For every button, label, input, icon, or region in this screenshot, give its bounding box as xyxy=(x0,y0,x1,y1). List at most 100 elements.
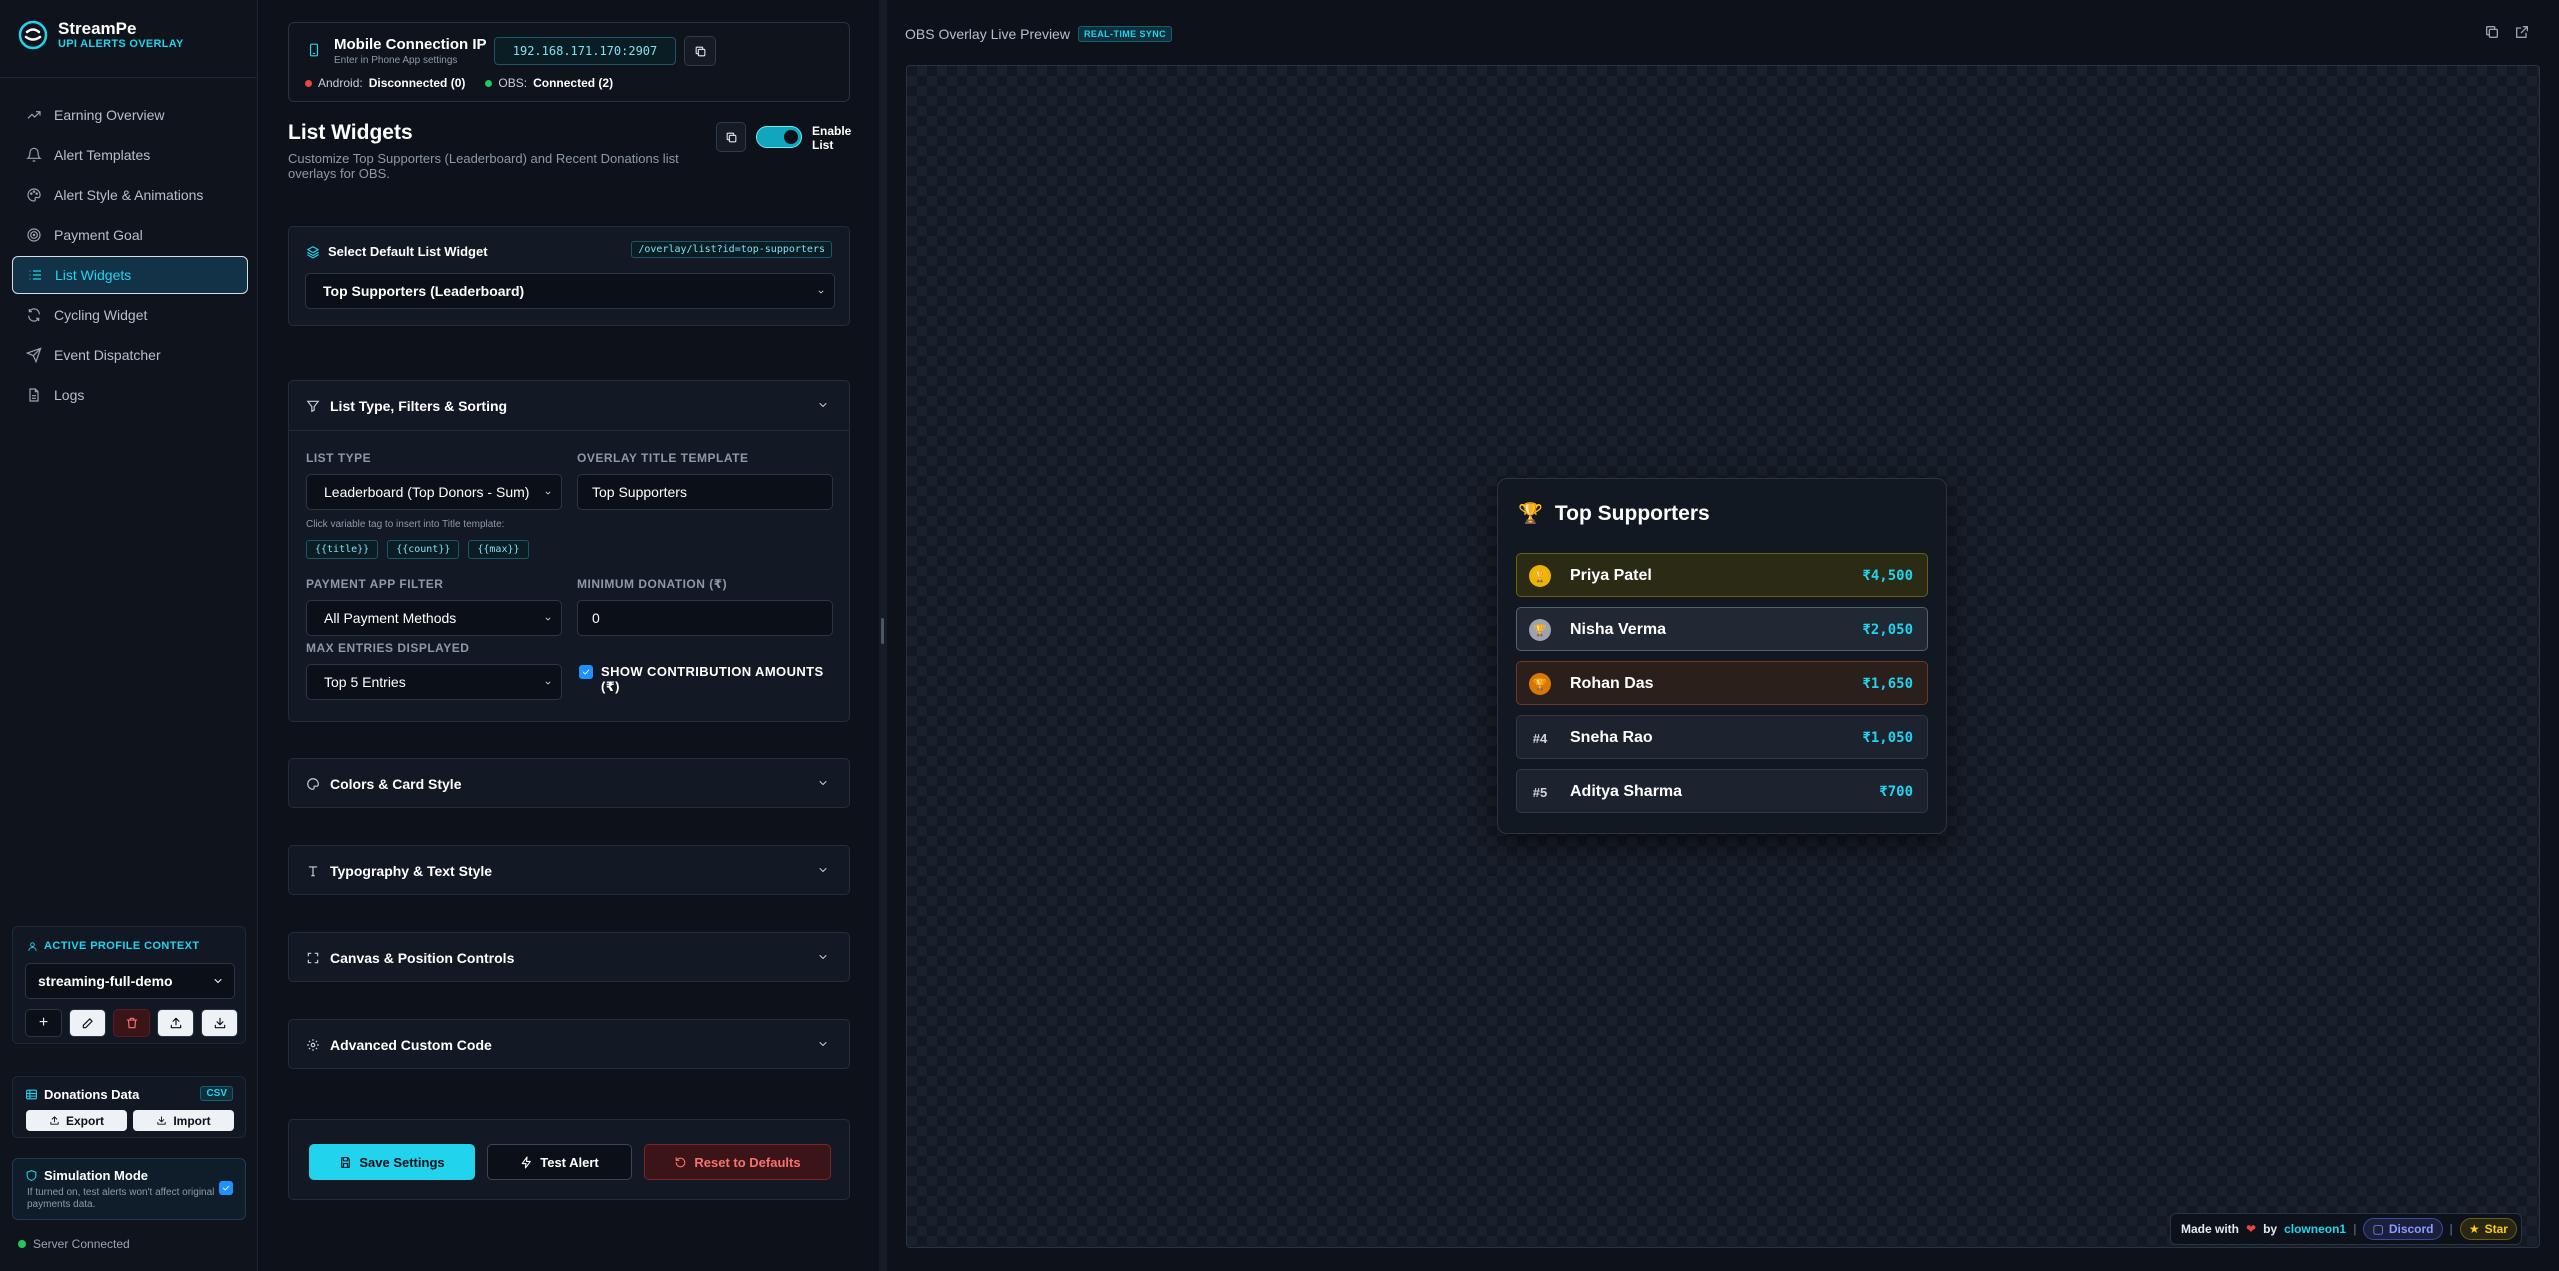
connection-card: Mobile Connection IP Enter in Phone App … xyxy=(288,22,850,102)
var-tag-count[interactable]: {{count}} xyxy=(387,540,460,559)
max-entries-select[interactable]: Top 5 Entries xyxy=(306,664,562,700)
edit-profile-button[interactable] xyxy=(69,1009,106,1037)
document-icon xyxy=(29,388,39,402)
reset-defaults-button[interactable]: Reset to Defaults xyxy=(644,1144,831,1180)
sidebar-item-earning-overview[interactable]: Earning Overview xyxy=(12,96,248,134)
shield-icon xyxy=(26,1170,37,1181)
advanced-section-title: Advanced Custom Code xyxy=(330,1037,492,1053)
sidebar-item-event-dispatcher[interactable]: Event Dispatcher xyxy=(12,336,248,374)
discord-label: Discord xyxy=(2388,1222,2434,1236)
rank-number: #4 xyxy=(1532,730,1548,746)
download-icon xyxy=(157,1116,166,1125)
payment-filter-select[interactable]: All Payment Methods xyxy=(306,600,562,636)
chevron-down-icon xyxy=(540,613,552,625)
show-amounts-row[interactable]: SHOW CONTRIBUTION AMOUNTS (₹) xyxy=(579,664,839,694)
export-button[interactable]: Export xyxy=(26,1110,127,1131)
lightning-icon xyxy=(521,1156,532,1168)
colors-section-title: Colors & Card Style xyxy=(330,776,462,792)
overlay-path-badge[interactable]: /overlay/list?id=top-supporters xyxy=(631,241,832,258)
supporter-name: Rohan Das xyxy=(1570,675,1654,692)
simulation-checkbox[interactable] xyxy=(219,1181,233,1195)
type-icon xyxy=(308,866,318,877)
trophy-icon: 🏆 xyxy=(1529,565,1551,587)
list-type-select[interactable]: Leaderboard (Top Donors - Sum) xyxy=(306,474,562,510)
export-label: Export xyxy=(65,1113,104,1128)
author-link[interactable]: clowneon1 xyxy=(2284,1222,2346,1236)
check-icon xyxy=(222,1185,230,1191)
simulation-title: Simulation Mode xyxy=(25,1168,148,1183)
advanced-section-header[interactable]: Advanced Custom Code xyxy=(289,1020,849,1070)
brand-name: StreamPe xyxy=(58,19,137,38)
pencil-icon xyxy=(82,1018,93,1029)
leaderboard-row: 🏆 Nisha Verma ₹2,050 xyxy=(1516,607,1928,651)
brand-tagline: UPI ALERTS OVERLAY xyxy=(58,38,184,50)
list-type-filters-header[interactable]: List Type, Filters & Sorting xyxy=(289,381,849,431)
sidebar-item-alert-style[interactable]: Alert Style & Animations xyxy=(12,176,248,214)
typography-section[interactable]: Typography & Text Style xyxy=(288,845,850,895)
advanced-code-section[interactable]: Advanced Custom Code xyxy=(288,1019,850,1069)
chevron-down-icon xyxy=(819,955,827,959)
external-link-icon[interactable] xyxy=(2514,24,2530,40)
trophy-icon: 🏆 xyxy=(1529,619,1551,641)
sidebar-item-cycling-widget[interactable]: Cycling Widget xyxy=(12,296,248,334)
var-tag-title[interactable]: {{title}} xyxy=(306,540,379,559)
upload-profile-button[interactable] xyxy=(157,1009,194,1037)
palette-icon xyxy=(27,188,41,202)
sidebar: StreamPe UPI ALERTS OVERLAY Earning Over… xyxy=(0,0,258,1271)
server-status-text: Server Connected xyxy=(33,1237,130,1251)
simulation-mode-card: Simulation Mode If turned on, test alert… xyxy=(12,1158,246,1220)
delete-profile-button[interactable] xyxy=(113,1009,150,1037)
title-template-input[interactable]: Top Supporters xyxy=(577,474,833,510)
streampe-logo-icon xyxy=(18,20,48,50)
typography-section-header[interactable]: Typography & Text Style xyxy=(289,846,849,896)
chevron-down-icon xyxy=(214,979,222,983)
leaderboard-row: 🏆 Priya Patel ₹4,500 xyxy=(1516,553,1928,597)
check-icon xyxy=(582,669,590,675)
default-widget-panel: Select Default List Widget /overlay/list… xyxy=(288,226,850,326)
show-amounts-checkbox[interactable] xyxy=(579,665,593,679)
sidebar-item-payment-goal[interactable]: Payment Goal xyxy=(12,216,248,254)
default-widget-selected: Top Supporters (Leaderboard) xyxy=(323,283,525,299)
page-title: List Widgets xyxy=(288,121,413,144)
rank-number: #5 xyxy=(1532,784,1548,800)
copy-ip-button[interactable] xyxy=(684,36,716,66)
preview-title-text: OBS Overlay Live Preview xyxy=(905,26,1070,42)
profile-select[interactable]: streaming-full-demo xyxy=(25,963,235,999)
min-donation-input[interactable]: 0 xyxy=(577,600,833,636)
made-with-badge: Made with ❤ by clowneon1 | ▢ Discord | ★… xyxy=(2170,1213,2522,1245)
enable-list-toggle[interactable] xyxy=(756,126,802,148)
chevron-down-icon xyxy=(819,403,827,407)
add-profile-button[interactable]: + xyxy=(25,1009,62,1037)
chevron-down-icon xyxy=(819,868,827,872)
test-alert-button[interactable]: Test Alert xyxy=(487,1144,632,1180)
canvas-position-section[interactable]: Canvas & Position Controls xyxy=(288,932,850,982)
sidebar-item-logs[interactable]: Logs xyxy=(12,376,248,414)
ip-address-field[interactable]: 192.168.171.170:2907 xyxy=(494,37,676,65)
star-link[interactable]: ★ Star xyxy=(2459,1218,2517,1240)
android-label: Android: xyxy=(318,76,363,90)
sidebar-item-list-widgets[interactable]: List Widgets xyxy=(12,256,248,294)
copy-icon xyxy=(726,132,736,142)
android-status-dot xyxy=(305,79,312,87)
brand[interactable]: StreamPe UPI ALERTS OVERLAY xyxy=(18,20,184,50)
trophy-icon: 🏆 xyxy=(1518,503,1543,525)
sidebar-item-alert-templates[interactable]: Alert Templates xyxy=(12,136,248,174)
colors-section-header[interactable]: Colors & Card Style xyxy=(289,759,849,809)
default-widget-select[interactable]: Top Supporters (Leaderboard) xyxy=(305,273,835,309)
leaderboard-title: 🏆 Top Supporters xyxy=(1518,501,1710,526)
save-settings-button[interactable]: Save Settings xyxy=(309,1144,475,1180)
canvas-section-header[interactable]: Canvas & Position Controls xyxy=(289,933,849,983)
save-icon xyxy=(341,1156,351,1168)
copy-icon[interactable] xyxy=(2484,24,2500,40)
import-button[interactable]: Import xyxy=(133,1110,234,1131)
leaderboard-row: 🏆 Rohan Das ₹1,650 xyxy=(1516,661,1928,705)
android-status: Disconnected (0) xyxy=(368,76,466,90)
discord-link[interactable]: ▢ Discord xyxy=(2363,1218,2443,1240)
connection-status: Android: Disconnected (0) OBS: Connected… xyxy=(305,76,613,90)
colors-card-style-section[interactable]: Colors & Card Style xyxy=(288,758,850,808)
sidebar-item-label: Cycling Widget xyxy=(54,307,148,323)
download-profile-button[interactable] xyxy=(201,1009,238,1037)
copy-url-button[interactable] xyxy=(716,122,746,152)
resize-grip[interactable] xyxy=(881,618,884,644)
var-tag-max[interactable]: {{max}} xyxy=(468,540,529,559)
